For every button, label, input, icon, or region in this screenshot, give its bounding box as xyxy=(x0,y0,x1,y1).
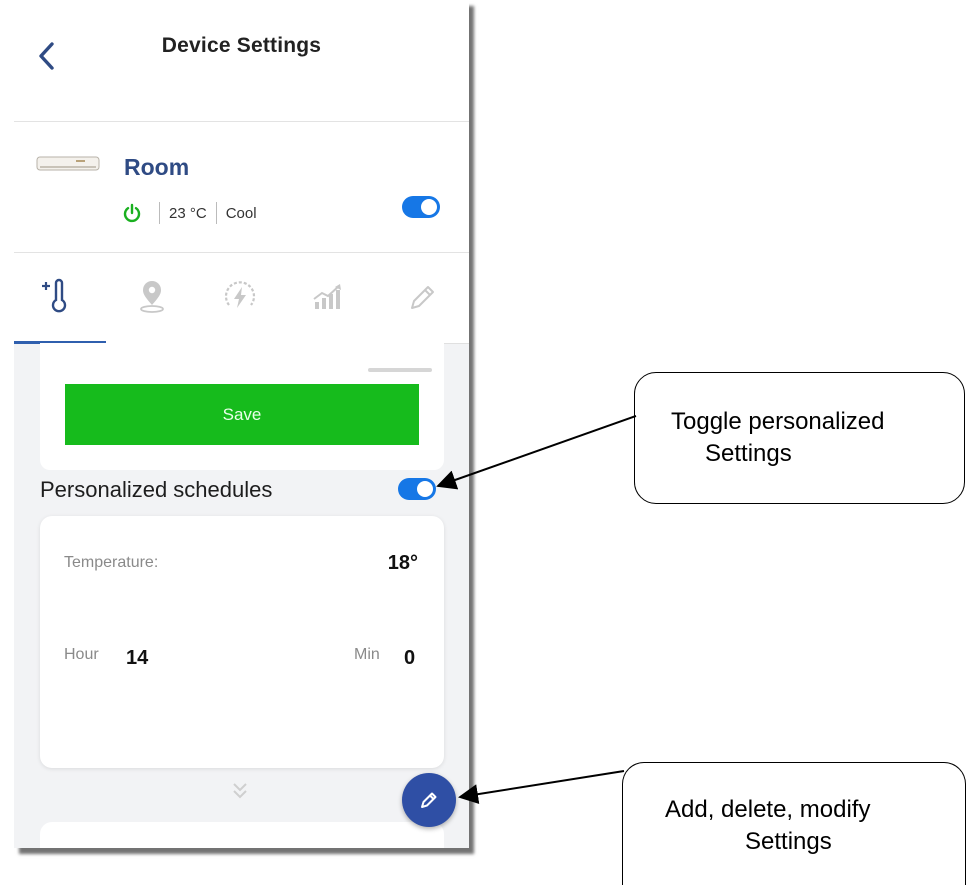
air-conditioner-image xyxy=(36,156,100,171)
callout-edit-annotation: Add, delete, modify Settings xyxy=(622,762,966,885)
app-header: Device Settings xyxy=(14,0,469,122)
callout-text-line: Settings xyxy=(745,828,832,855)
thermometer-plus-icon xyxy=(42,278,67,313)
page-title: Device Settings xyxy=(161,34,322,57)
device-power-toggle[interactable] xyxy=(402,196,440,218)
tab-location[interactable] xyxy=(132,277,172,317)
toggle-knob xyxy=(421,199,437,215)
callout-text-line: Add, delete, modify xyxy=(665,796,871,823)
toggle-knob xyxy=(417,481,433,497)
tab-statistics[interactable] xyxy=(308,277,348,317)
tab-temperature[interactable] xyxy=(38,277,78,317)
schedule-card[interactable]: Temperature: 18° Hour 14 Min 0 xyxy=(40,516,444,768)
device-name: Room xyxy=(124,154,190,180)
location-pin-icon xyxy=(140,281,164,313)
growth-chart-icon xyxy=(313,284,341,309)
device-temperature: 23 °C xyxy=(169,204,207,222)
personalized-schedules-toggle[interactable] xyxy=(398,478,436,500)
divider xyxy=(159,202,160,224)
pencil-icon xyxy=(421,792,437,808)
schedules-title: Personalized schedules xyxy=(40,477,273,502)
device-status-row: 23 °C Cool xyxy=(122,200,257,226)
energy-gauge-icon xyxy=(224,281,256,308)
settings-card: Save xyxy=(40,343,444,470)
scroll-handle[interactable] xyxy=(368,368,432,372)
tab-energy[interactable] xyxy=(220,277,260,317)
divider xyxy=(215,202,217,224)
chevron-double-down-icon[interactable] xyxy=(230,780,250,802)
phone-screen: Device Settings Room 23 °C Cool Save Per… xyxy=(14,0,469,848)
callout-text-line: Settings xyxy=(705,440,792,467)
schedule-card[interactable] xyxy=(40,822,444,848)
hour-label: Hour xyxy=(64,646,99,663)
temperature-label: Temperature: xyxy=(64,554,159,571)
callout-toggle-annotation: Toggle personalized Settings xyxy=(634,372,965,504)
min-label: Min xyxy=(354,646,380,663)
power-icon xyxy=(123,203,141,223)
edit-arrow xyxy=(458,770,625,805)
save-button[interactable]: Save xyxy=(65,384,419,445)
pencil-icon xyxy=(411,286,434,309)
tab-bar xyxy=(14,253,469,344)
temperature-value: 18° xyxy=(387,552,418,574)
device-card: Room 23 °C Cool xyxy=(14,122,469,253)
hour-value: 14 xyxy=(126,647,149,669)
callout-text-line: Toggle personalized xyxy=(671,408,885,435)
device-mode: Cool xyxy=(225,204,257,222)
min-value: 0 xyxy=(404,647,416,669)
tab-edit[interactable] xyxy=(402,277,442,317)
edit-schedules-button[interactable] xyxy=(402,773,456,827)
